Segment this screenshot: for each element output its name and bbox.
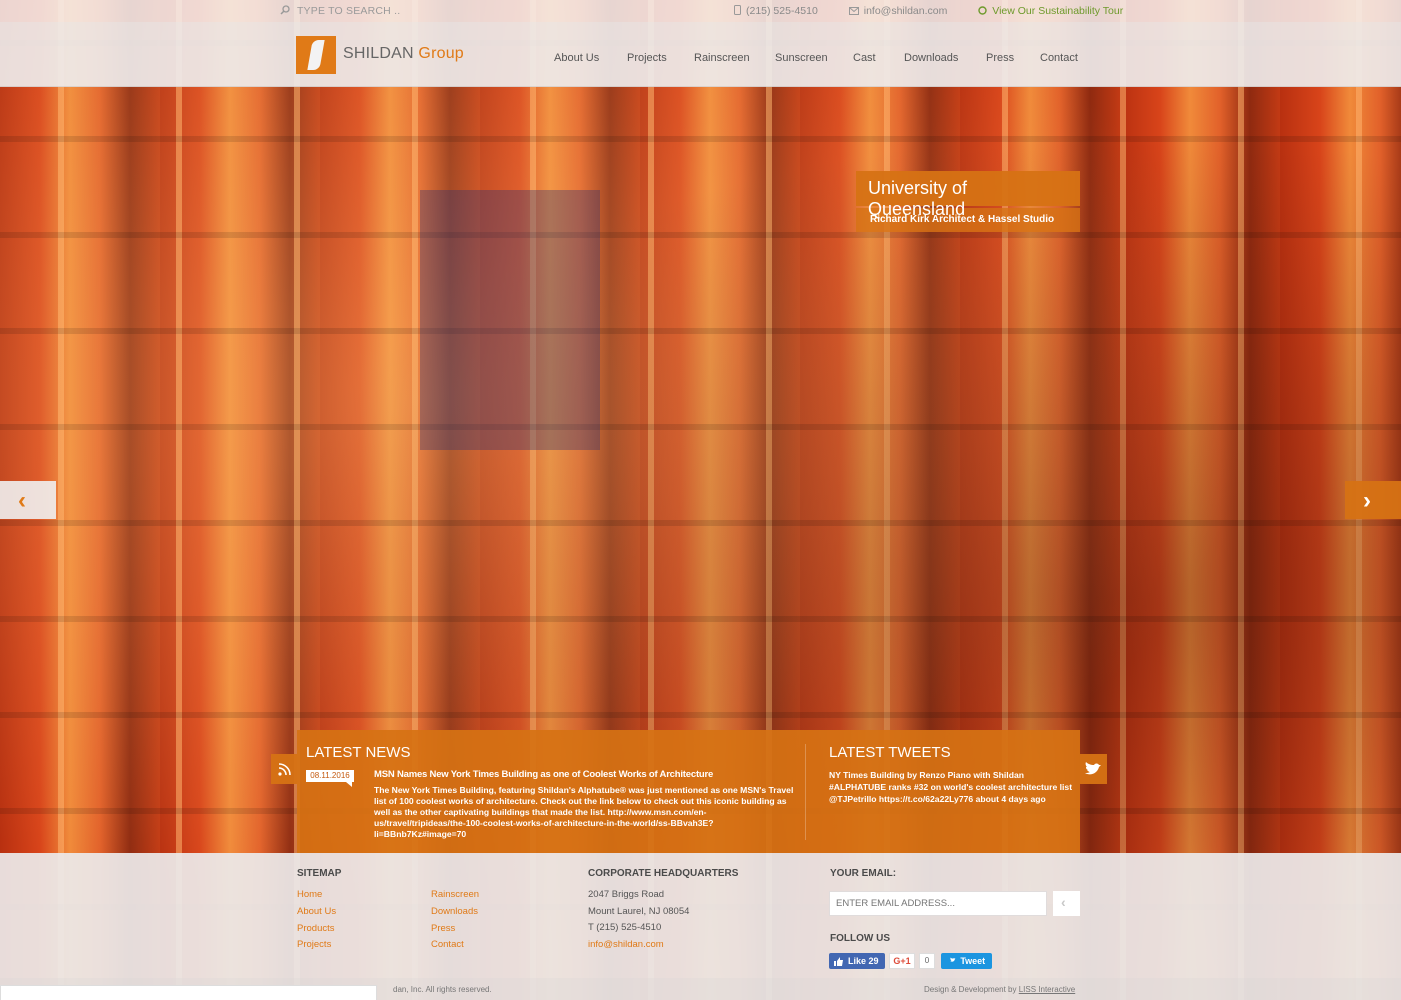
news-divider — [805, 744, 806, 840]
sitemap-heading: SITEMAP — [297, 868, 342, 879]
news-panel: LATEST NEWS 08.11.2016 MSN Names New Yor… — [297, 730, 1080, 853]
chevron-right-icon: › — [1363, 487, 1371, 514]
tweet-label[interactable]: Tweet — [960, 956, 985, 966]
newsletter-email-input[interactable] — [830, 892, 1047, 915]
top-email[interactable]: info@shildan.com — [848, 5, 962, 17]
latest-tweets-heading: LATEST TWEETS — [829, 744, 951, 761]
leaf-icon — [978, 6, 987, 15]
email-heading: YOUR EMAIL: — [830, 868, 897, 879]
slide-caption[interactable]: University of Queensland Richard Kirk Ar… — [856, 171, 1080, 232]
nav-projects[interactable]: Projects — [627, 52, 667, 64]
search-placeholder[interactable]: TYPE TO SEARCH .. — [297, 5, 400, 17]
news-headline[interactable]: MSN Names New York Times Building as one… — [374, 769, 713, 780]
search-field[interactable]: TYPE TO SEARCH .. — [280, 5, 400, 17]
chevron-left-icon: ‹ — [1061, 894, 1066, 910]
design-credit: Design & Development by LISS Interactive — [924, 985, 1076, 994]
top-utility-bar — [0, 0, 1401, 22]
thumbs-up-icon — [834, 957, 843, 966]
sitemap-link-about-us[interactable]: About Us — [297, 906, 336, 917]
logo-mark-icon — [296, 36, 336, 74]
chevron-left-icon: ‹ — [18, 487, 26, 514]
search-icon — [280, 5, 290, 15]
nav-contact[interactable]: Contact — [1040, 52, 1078, 64]
nav-sunscreen[interactable]: Sunscreen — [775, 52, 828, 64]
news-body: The New York Times Building, featuring S… — [374, 785, 794, 839]
hq-phone-line: T (215) 525-4510 — [588, 922, 662, 933]
mail-icon — [848, 7, 859, 15]
sitemap-link-contact[interactable]: Contact — [431, 939, 464, 950]
rss-feed-button[interactable] — [271, 754, 297, 784]
twitter-button[interactable] — [1080, 754, 1107, 784]
sitemap-link-products[interactable]: Products — [297, 923, 335, 934]
hq-email-link[interactable]: info@shildan.com — [588, 939, 664, 950]
google-plus-button[interactable]: G+1 — [889, 953, 915, 969]
slider-prev-button[interactable]: ‹ — [0, 481, 56, 519]
twitter-bird-icon — [1085, 762, 1101, 775]
top-contact-info: (215) 525-4510 info@shildan.com View Our… — [734, 5, 1151, 17]
sitemap-link-downloads[interactable]: Downloads — [431, 906, 478, 917]
follow-us-heading: FOLLOW US — [830, 933, 890, 944]
sustainability-tour-link[interactable]: View Our Sustainability Tour — [978, 5, 1137, 17]
sitemap-link-press[interactable]: Press — [431, 923, 455, 934]
nav-cast[interactable]: Cast — [853, 52, 876, 64]
newsletter-email-field[interactable] — [829, 891, 1047, 916]
latest-news-heading: LATEST NEWS — [306, 744, 411, 761]
facebook-like-button[interactable]: Like 29 — [829, 953, 885, 969]
overlay-panel — [0, 985, 377, 1000]
hq-heading: CORPORATE HEADQUARTERS — [588, 868, 739, 879]
hq-address-line: 2047 Briggs Road — [588, 889, 665, 900]
rss-icon — [278, 763, 291, 776]
logo-text: SHILDAN Group — [343, 45, 464, 62]
tweet-share-button[interactable]: Tweet — [941, 953, 992, 969]
hq-city-line: Mount Laurel, NJ 08054 — [588, 906, 690, 917]
nav-about-us[interactable]: About Us — [554, 52, 599, 64]
nav-press[interactable]: Press — [986, 52, 1014, 64]
phone-icon — [734, 5, 741, 15]
liss-interactive-link[interactable]: LISS Interactive — [1019, 985, 1075, 994]
newsletter-submit-button[interactable]: ‹ — [1053, 891, 1080, 916]
sitemap-link-rainscreen[interactable]: Rainscreen — [431, 889, 479, 900]
tweet-text: NY Times Building by Renzo Piano with Sh… — [829, 770, 1073, 804]
news-date-badge: 08.11.2016 — [306, 770, 354, 787]
like-label[interactable]: Like 29 — [848, 953, 879, 969]
sitemap-link-home[interactable]: Home — [297, 889, 322, 900]
sitemap-link-projects[interactable]: Projects — [297, 939, 331, 950]
site-logo[interactable]: SHILDAN Group — [296, 36, 466, 74]
twitter-bird-icon — [949, 957, 956, 962]
copyright-text: dan, Inc. All rights reserved. — [393, 985, 492, 994]
nav-rainscreen[interactable]: Rainscreen — [694, 52, 750, 64]
top-phone: (215) 525-4510 — [734, 5, 832, 17]
google-plus-count: 0 — [919, 953, 935, 969]
nav-downloads[interactable]: Downloads — [904, 52, 958, 64]
slide-title[interactable]: University of Queensland — [856, 171, 1080, 219]
slider-next-button[interactable]: › — [1345, 481, 1401, 519]
